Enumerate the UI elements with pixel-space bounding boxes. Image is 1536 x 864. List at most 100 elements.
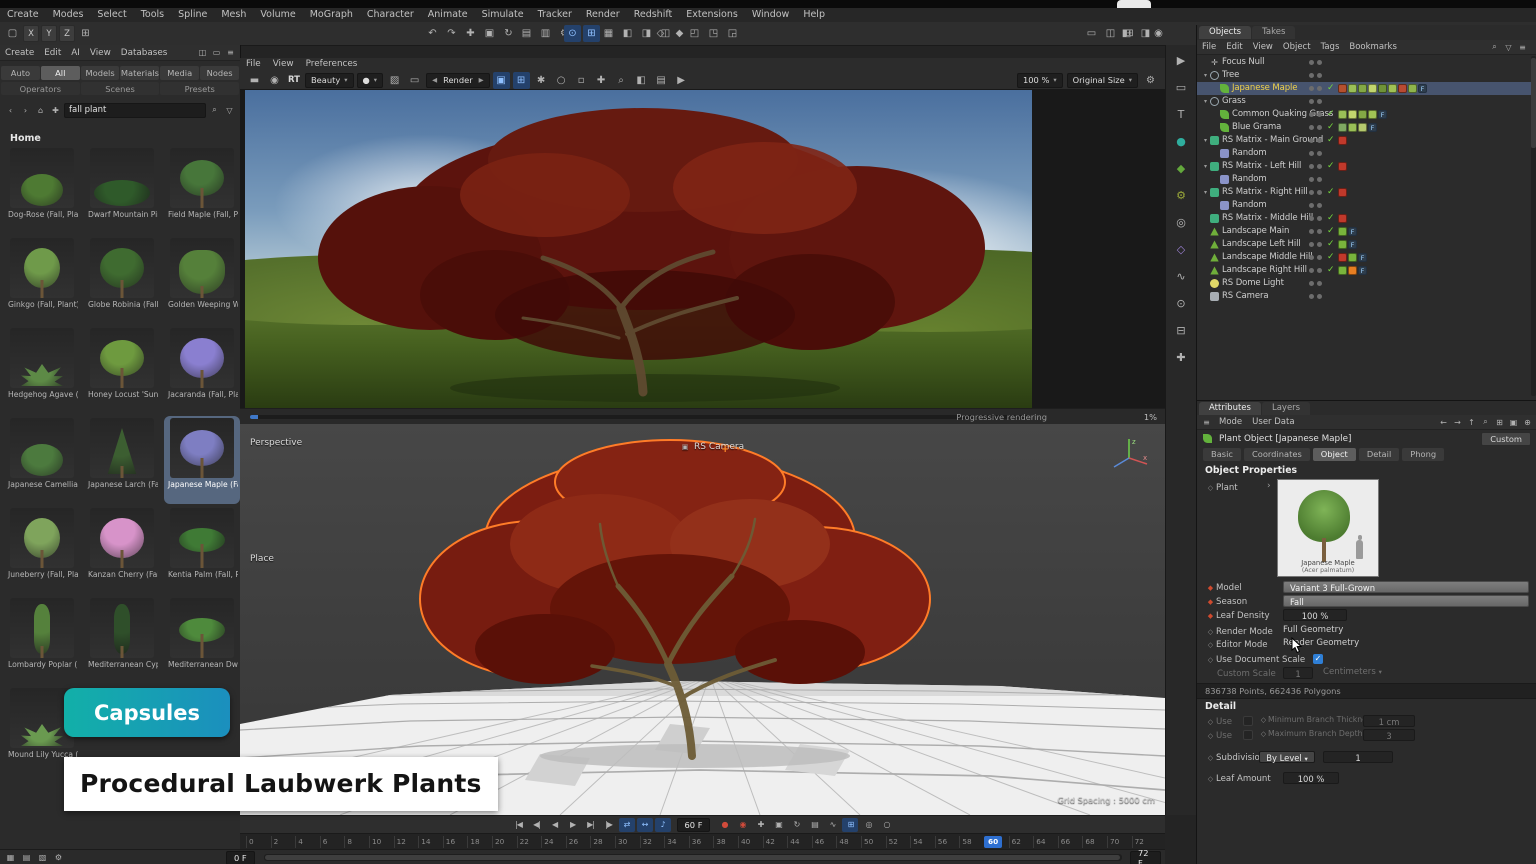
viewport-name-label[interactable]: Perspective (250, 438, 302, 448)
tree-row-rs-matrix-right-hill[interactable]: ▾RS Matrix - Right Hill✓ (1197, 186, 1536, 199)
editor-visibility-dot[interactable] (1309, 164, 1314, 169)
render-stepper[interactable]: ◀Render▶ (426, 73, 490, 88)
material-chip[interactable] (1348, 110, 1357, 119)
asset-item-mediterranean-cypres[interactable]: Mediterranean Cypres... (86, 598, 158, 682)
snap-vertex-icon[interactable]: ◇ (652, 25, 669, 42)
menu-mograph[interactable]: MoGraph (303, 8, 360, 22)
pass-dropdown[interactable]: Beauty▾ (305, 73, 354, 88)
material-chip[interactable] (1338, 110, 1347, 119)
snapshot-compare-icon[interactable]: ✱ (533, 72, 550, 89)
om-menu-bookmarks[interactable]: Bookmarks (1344, 40, 1402, 54)
options-icon[interactable]: ⚙ (52, 851, 65, 864)
custom-scale-unit-dropdown[interactable]: Centimeters ▾ (1323, 667, 1382, 677)
tree-row-focus-null[interactable]: ✛Focus Null (1197, 56, 1536, 69)
material-chip[interactable] (1338, 136, 1347, 145)
asset-item-hedgehog-agave-fall[interactable]: Hedgehog Agave (Fall... (6, 328, 78, 412)
panel-menu-icon[interactable]: ≡ (224, 46, 237, 59)
menu-volume[interactable]: Volume (253, 8, 302, 22)
asset-subtab-presets[interactable]: Presets (160, 82, 239, 95)
scale-tool-icon[interactable]: ▣ (481, 25, 498, 42)
tag-chip[interactable]: F (1348, 227, 1357, 236)
render-visibility-dot[interactable] (1317, 242, 1322, 247)
ruler-tick[interactable]: 50 (861, 836, 873, 848)
text-tool-icon[interactable]: T (1171, 105, 1191, 124)
rotate-tool-icon[interactable]: ↻ (500, 25, 517, 42)
max-depth-use-checkbox[interactable] (1243, 730, 1253, 740)
ruler-tick[interactable]: 12 (394, 836, 406, 848)
render-visibility-dot[interactable] (1317, 203, 1322, 208)
rv-menu-preferences[interactable]: Preferences (300, 58, 364, 71)
pointer-icon[interactable]: ▶ (1171, 51, 1191, 70)
menu-select[interactable]: Select (90, 8, 133, 22)
menu-create[interactable]: Create (0, 8, 46, 22)
render-visibility-dot[interactable] (1317, 125, 1322, 130)
asset-tab-materials[interactable]: Materials (120, 66, 159, 80)
asset-subtab-operators[interactable]: Operators (1, 82, 80, 95)
size-dropdown[interactable]: Original Size▾ (1067, 73, 1138, 88)
asset-tab-auto[interactable]: Auto (1, 66, 40, 80)
range-start-field[interactable]: 0 F (226, 851, 255, 864)
tree-row-landscape-right-hill[interactable]: Landscape Right Hill✓F (1197, 264, 1536, 277)
editor-visibility-dot[interactable] (1309, 281, 1314, 286)
material-chip[interactable] (1358, 84, 1367, 93)
asset-item-dwarf-mountain-pine[interactable]: Dwarf Mountain Pine (... (86, 148, 158, 232)
season-dropdown[interactable]: Fall (1283, 595, 1529, 607)
goto-end-button[interactable]: |▶ (601, 818, 617, 832)
enabled-check-icon[interactable]: ✓ (1327, 212, 1335, 225)
preview-button[interactable]: ○ (878, 818, 894, 832)
forward-icon[interactable]: → (1451, 416, 1464, 429)
tree-row-random[interactable]: Random (1197, 199, 1536, 212)
menu-spline[interactable]: Spline (171, 8, 214, 22)
prev-icon[interactable]: ◀ (432, 76, 437, 84)
enabled-check-icon[interactable]: ✓ (1327, 160, 1335, 173)
next-frame-button[interactable]: ▶| (583, 818, 599, 832)
menu-help[interactable]: Help (796, 8, 832, 22)
expand-arrow[interactable]: ▾ (1201, 189, 1210, 196)
material-chip[interactable] (1348, 84, 1357, 93)
tag-chip[interactable]: F (1418, 84, 1427, 93)
pin-icon[interactable]: ⊕ (1521, 416, 1534, 429)
asset-item-japanese-maple-fall[interactable]: Japanese Maple (Fall, ... (166, 418, 238, 502)
tree-row-landscape-left-hill[interactable]: Landscape Left Hill✓F (1197, 238, 1536, 251)
browser-icon[interactable]: ▦ (4, 851, 17, 864)
search-icon[interactable]: ⌕ (208, 104, 221, 117)
asset-menu-edit[interactable]: Edit (39, 46, 66, 60)
enabled-check-icon[interactable]: ✓ (1327, 264, 1335, 277)
menu-extensions[interactable]: Extensions (679, 8, 745, 22)
render-visibility-dot[interactable] (1317, 281, 1322, 286)
ruler-tick[interactable]: 62 (1009, 836, 1021, 848)
plane-xy-icon[interactable]: ◧ (619, 25, 636, 42)
expand-arrow[interactable]: ▾ (1201, 163, 1210, 170)
editor-visibility-dot[interactable] (1309, 112, 1314, 117)
channel-dropdown[interactable]: ●▾ (357, 73, 384, 88)
ruler-tick[interactable]: 70 (1107, 836, 1119, 848)
search-input[interactable]: fall plant (64, 103, 206, 118)
quantize-icon[interactable]: ⊞ (583, 25, 600, 42)
menu-mesh[interactable]: Mesh (214, 8, 253, 22)
tag-chip[interactable]: F (1348, 240, 1357, 249)
menu-animate[interactable]: Animate (421, 8, 475, 22)
asset-tab-models[interactable]: Models (81, 66, 120, 80)
object-mode-icon[interactable]: ◳ (705, 25, 722, 42)
ruler-tick[interactable]: 56 (935, 836, 947, 848)
ruler-tick[interactable]: 52 (886, 836, 898, 848)
editor-visibility-dot[interactable] (1309, 255, 1314, 260)
ruler-tick[interactable]: 38 (713, 836, 725, 848)
render-view-icon[interactable]: ▤ (518, 25, 535, 42)
render-visibility-dot[interactable] (1317, 112, 1322, 117)
ruler-tick[interactable]: 58 (959, 836, 971, 848)
pen-icon[interactable]: ✚ (1171, 348, 1191, 367)
asset-item-kentia-palm-fall-plant[interactable]: Kentia Palm (Fall, Plant) (166, 508, 238, 592)
render-visibility-dot[interactable] (1317, 151, 1322, 156)
asset-item-juneberry-fall-plant[interactable]: Juneberry (Fall, Plant) (6, 508, 78, 592)
history-icon[interactable]: ⊙ (1171, 294, 1191, 313)
editor-visibility-dot[interactable] (1309, 86, 1314, 91)
grid-icon[interactable]: ⊞ (1493, 416, 1506, 429)
current-frame-field[interactable]: 60 F (677, 818, 711, 832)
rs-material-icon[interactable]: ● (1171, 132, 1191, 151)
z-axis-lock-button[interactable]: Z (59, 25, 75, 42)
ruler-tick[interactable]: 46 (812, 836, 824, 848)
tag-chip[interactable]: F (1378, 110, 1387, 119)
material-chip[interactable] (1338, 266, 1347, 275)
ruler-tick[interactable]: 26 (566, 836, 578, 848)
